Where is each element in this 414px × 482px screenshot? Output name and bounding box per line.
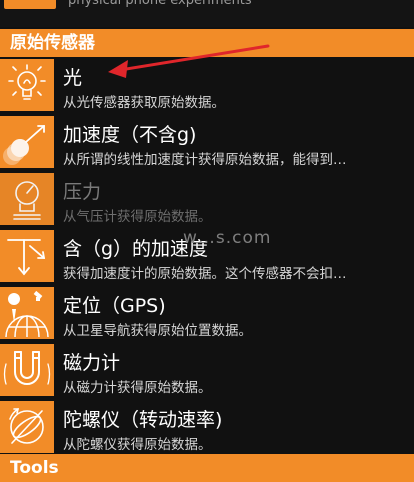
sensor-description: 从气压计获得原始数据。 — [63, 209, 212, 225]
gravity-acceleration-icon — [0, 230, 54, 282]
section-header-tools: Tools — [0, 454, 414, 482]
sensor-description: 获得加速度计的原始数据。这个传感器不会扣… — [63, 266, 347, 282]
sensor-title: 压力 — [63, 181, 102, 203]
barometer-icon — [0, 173, 54, 225]
sensor-description: 从磁力计获得原始数据。 — [63, 380, 212, 396]
sensor-title: 加速度（不含g) — [63, 124, 197, 146]
magnet-icon — [0, 344, 54, 396]
accelerometer-icon — [0, 116, 54, 168]
sensor-title: 光 — [63, 67, 83, 89]
watermark-text: w…s.com — [183, 228, 272, 248]
previous-item-description: physical phone experiments — [68, 0, 252, 8]
sensor-item-location-gps[interactable]: 定位（GPS) 从卫星导航获得原始位置数据。 — [0, 285, 414, 342]
sensor-list: 光 从光传感器获取原始数据。 加速度（不含g) 从所谓的线性加速度计获得原始数据… — [0, 57, 414, 456]
sensor-description: 从陀螺仪获得原始数据。 — [63, 437, 212, 453]
sensor-description: 从光传感器获取原始数据。 — [63, 95, 225, 111]
sensor-description: 从卫星导航获得原始位置数据。 — [63, 323, 252, 339]
satellite-globe-icon — [0, 287, 54, 339]
sensor-item-gyroscope[interactable]: 陀螺仪（转动速率) 从陀螺仪获得原始数据。 — [0, 399, 414, 456]
lightbulb-icon — [0, 59, 54, 111]
sensor-title: 磁力计 — [63, 352, 121, 374]
sensor-item-linear-acceleration[interactable]: 加速度（不含g) 从所谓的线性加速度计获得原始数据，能得到… — [0, 114, 414, 171]
gyroscope-icon — [0, 401, 54, 453]
sensor-item-pressure[interactable]: 压力 从气压计获得原始数据。 — [0, 171, 414, 228]
previous-list-item[interactable]: physical phone experiments — [0, 0, 414, 27]
section-header-raw-sensors: 原始传感器 — [0, 29, 414, 57]
sensor-title: 定位（GPS) — [63, 295, 166, 317]
sensor-item-magnetometer[interactable]: 磁力计 从磁力计获得原始数据。 — [0, 342, 414, 399]
experiment-icon — [4, 0, 56, 9]
sensor-description: 从所谓的线性加速度计获得原始数据，能得到… — [63, 152, 347, 168]
sensor-title: 陀螺仪（转动速率) — [63, 409, 223, 431]
sensor-item-light[interactable]: 光 从光传感器获取原始数据。 — [0, 57, 414, 114]
